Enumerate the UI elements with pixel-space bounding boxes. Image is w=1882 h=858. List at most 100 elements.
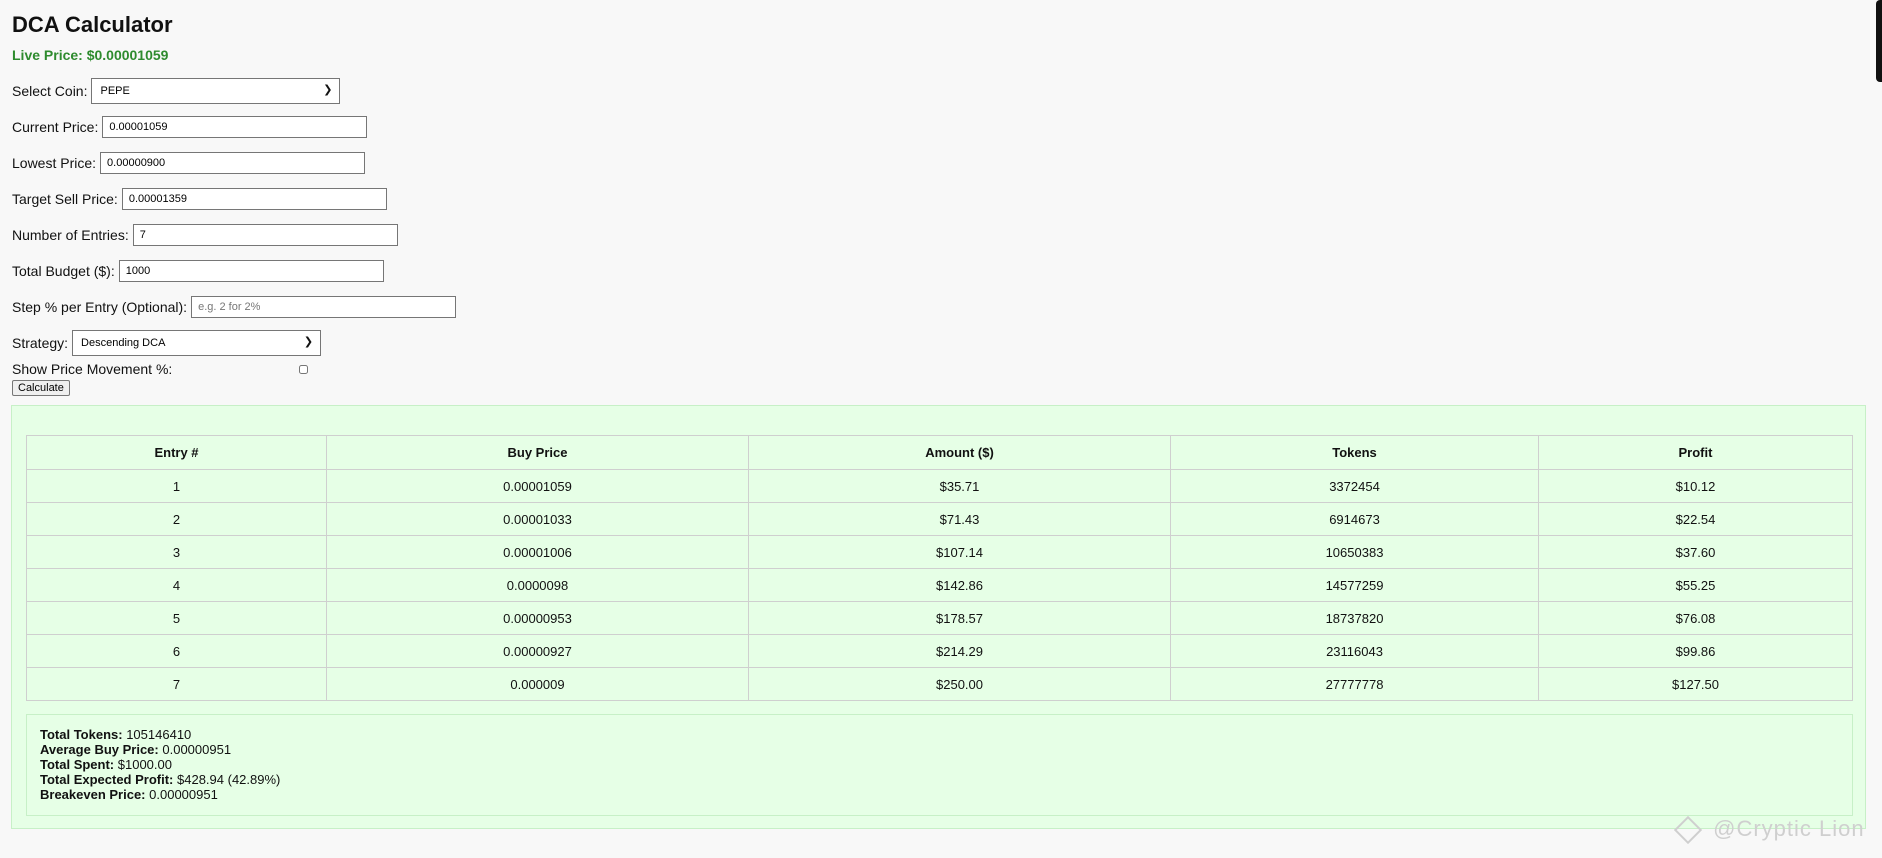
table-row: 4 0.0000098 $142.86 14577259 $55.25 <box>26 568 1853 602</box>
current-price-label: Current Price: <box>12 119 99 135</box>
header-tokens: Tokens <box>1170 435 1539 470</box>
cell-tokens: 10650383 <box>1170 535 1539 569</box>
watermark: @Cryptic Lion <box>1673 816 1865 845</box>
summary-box: Total Tokens: 105146410 Average Buy Pric… <box>26 714 1853 816</box>
budget-label: Total Budget ($): <box>12 263 115 279</box>
cell-entry: 5 <box>26 601 327 635</box>
cell-buy-price: 0.0000098 <box>326 568 749 602</box>
cell-profit: $10.12 <box>1538 469 1853 503</box>
logo-icon <box>1673 816 1703 845</box>
table-row: 6 0.00000927 $214.29 23116043 $99.86 <box>26 634 1853 668</box>
summary-breakeven: Breakeven Price: 0.00000951 <box>40 787 1839 802</box>
cell-tokens: 27777778 <box>1170 667 1539 701</box>
budget-input[interactable] <box>118 260 384 282</box>
header-buy-price: Buy Price <box>326 435 749 470</box>
header-amount: Amount ($) <box>748 435 1171 470</box>
total-spent-value: $1000.00 <box>117 757 172 772</box>
cell-tokens: 14577259 <box>1170 568 1539 602</box>
cell-amount: $71.43 <box>748 502 1171 536</box>
avg-price-value: 0.00000951 <box>162 742 232 757</box>
header-entry: Entry # <box>26 435 327 470</box>
step-row: Step % per Entry (Optional): <box>12 293 1870 321</box>
summary-total-spent: Total Spent: $1000.00 <box>40 757 1839 772</box>
results-panel: Entry # Buy Price Amount ($) Tokens Prof… <box>11 405 1866 829</box>
cell-tokens: 6914673 <box>1170 502 1539 536</box>
lowest-price-label: Lowest Price: <box>12 155 97 171</box>
table-row: 2 0.00001033 $71.43 6914673 $22.54 <box>26 502 1853 536</box>
cell-profit: $127.50 <box>1538 667 1853 701</box>
summary-avg-price: Average Buy Price: 0.00000951 <box>40 742 1839 757</box>
side-tab[interactable] <box>1876 0 1882 82</box>
cell-amount: $107.14 <box>748 535 1171 569</box>
total-spent-label: Total Spent: <box>40 757 115 772</box>
step-label: Step % per Entry (Optional): <box>12 299 188 315</box>
cell-entry: 1 <box>26 469 327 503</box>
cell-amount: $35.71 <box>748 469 1171 503</box>
cell-entry: 6 <box>26 634 327 668</box>
cell-profit: $22.54 <box>1538 502 1853 536</box>
avg-price-label: Average Buy Price: <box>40 742 159 757</box>
entries-label: Number of Entries: <box>12 227 129 243</box>
cell-entry: 2 <box>26 502 327 536</box>
cell-profit: $37.60 <box>1538 535 1853 569</box>
current-price-row: Current Price: <box>12 113 1870 141</box>
movement-row: Show Price Movement %: <box>12 361 1870 377</box>
cell-entry: 4 <box>26 568 327 602</box>
cell-tokens: 18737820 <box>1170 601 1539 635</box>
expected-profit-label: Total Expected Profit: <box>40 772 174 787</box>
page-title: DCA Calculator <box>12 12 173 37</box>
table-row: 1 0.00001059 $35.71 3372454 $10.12 <box>26 469 1853 503</box>
strategy-label: Strategy: <box>12 335 69 351</box>
table-row: 7 0.000009 $250.00 27777778 $127.50 <box>26 667 1853 701</box>
cell-buy-price: 0.000009 <box>326 667 749 701</box>
summary-expected-profit: Total Expected Profit: $428.94 (42.89%) <box>40 772 1839 787</box>
table-row: 5 0.00000953 $178.57 18737820 $76.08 <box>26 601 1853 635</box>
total-tokens-value: 105146410 <box>126 727 192 742</box>
cell-buy-price: 0.00001006 <box>326 535 749 569</box>
target-sell-input[interactable] <box>121 188 387 210</box>
dca-table: Entry # Buy Price Amount ($) Tokens Prof… <box>26 435 1853 701</box>
cell-amount: $178.57 <box>748 601 1171 635</box>
strategy-row: Strategy: Descending DCA ❯ <box>12 329 1870 357</box>
coin-select-wrap: PEPE ❯ <box>91 78 341 104</box>
total-tokens-label: Total Tokens: <box>40 727 123 742</box>
watermark-text: @Cryptic Lion <box>1713 816 1865 841</box>
entries-row: Number of Entries: <box>12 221 1870 249</box>
header-profit: Profit <box>1538 435 1853 470</box>
target-sell-label: Target Sell Price: <box>12 191 118 207</box>
cell-buy-price: 0.00000953 <box>326 601 749 635</box>
cell-buy-price: 0.00001059 <box>326 469 749 503</box>
coin-select[interactable]: PEPE <box>91 78 341 104</box>
lowest-price-row: Lowest Price: <box>12 149 1870 177</box>
cell-tokens: 3372454 <box>1170 469 1539 503</box>
breakeven-label: Breakeven Price: <box>40 787 146 802</box>
cell-amount: $214.29 <box>748 634 1171 668</box>
coin-label: Select Coin: <box>12 83 88 99</box>
current-price-input[interactable] <box>102 116 368 138</box>
expected-profit-value: $428.94 (42.89%) <box>177 772 281 787</box>
calculate-button[interactable]: Calculate <box>12 380 70 396</box>
step-input[interactable] <box>191 296 457 318</box>
budget-row: Total Budget ($): <box>12 257 1870 285</box>
entries-input[interactable] <box>132 224 398 246</box>
cell-profit: $99.86 <box>1538 634 1853 668</box>
cell-buy-price: 0.00001033 <box>326 502 749 536</box>
cell-profit: $76.08 <box>1538 601 1853 635</box>
summary-total-tokens: Total Tokens: 105146410 <box>40 727 1839 742</box>
movement-checkbox[interactable] <box>299 364 309 374</box>
cell-amount: $250.00 <box>748 667 1171 701</box>
live-price-text: Live Price: $0.00001059 <box>12 47 169 63</box>
cell-profit: $55.25 <box>1538 568 1853 602</box>
coin-row: Select Coin: PEPE ❯ <box>12 77 1870 105</box>
live-price: Live Price: $0.00001059 <box>12 47 1870 63</box>
cell-tokens: 23116043 <box>1170 634 1539 668</box>
movement-label: Show Price Movement %: <box>12 361 173 377</box>
table-row: 3 0.00001006 $107.14 10650383 $37.60 <box>26 535 1853 569</box>
lowest-price-input[interactable] <box>100 152 366 174</box>
cell-entry: 7 <box>26 667 327 701</box>
breakeven-value: 0.00000951 <box>149 787 218 802</box>
strategy-select-wrap: Descending DCA ❯ <box>72 330 322 356</box>
strategy-select[interactable]: Descending DCA <box>72 330 322 356</box>
cell-amount: $142.86 <box>748 568 1171 602</box>
table-header-row: Entry # Buy Price Amount ($) Tokens Prof… <box>26 435 1853 470</box>
